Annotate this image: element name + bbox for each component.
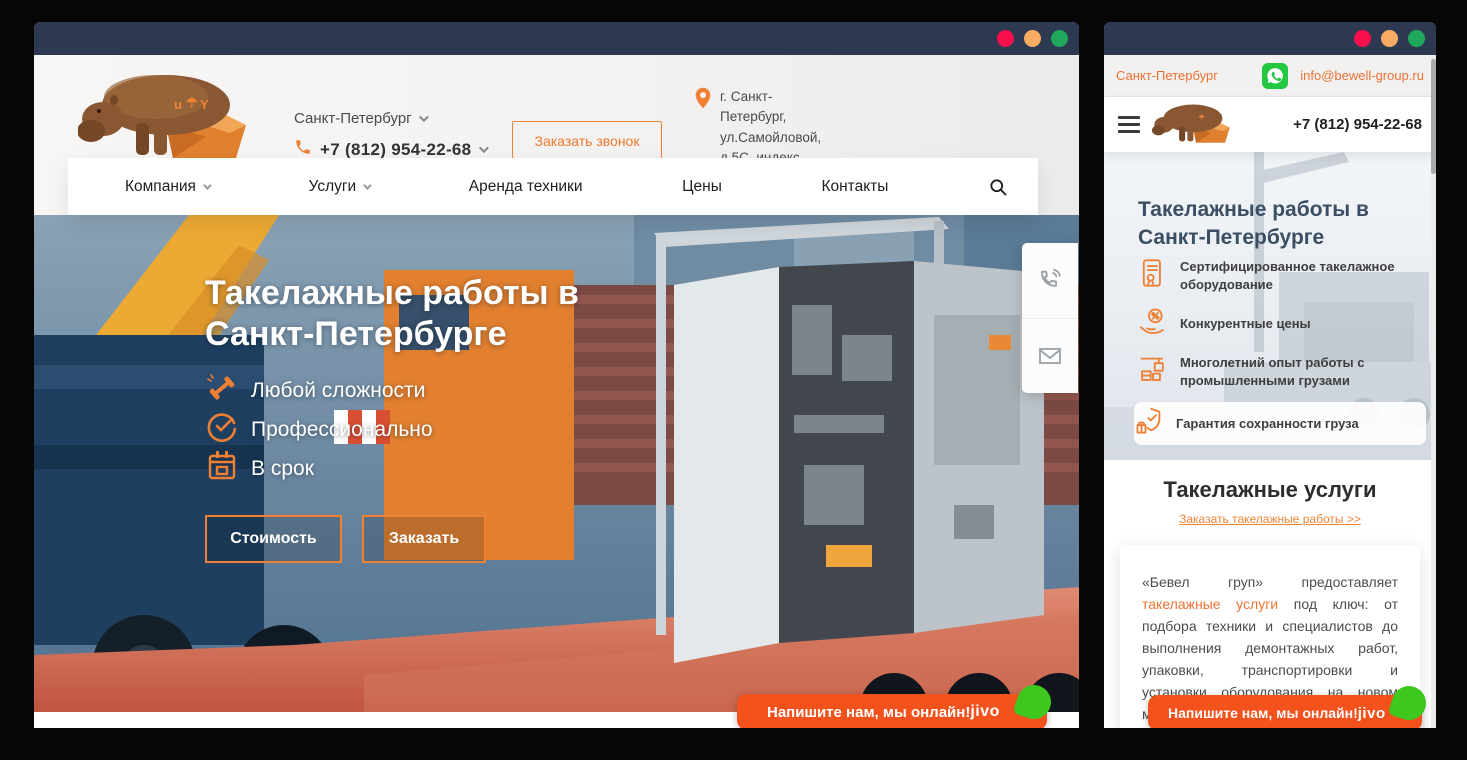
guarantee-icon <box>1134 406 1164 441</box>
calendar-icon <box>205 449 239 488</box>
whatsapp-icon[interactable] <box>1262 63 1288 94</box>
phone-number[interactable]: +7 (812) 954-22-68 <box>1293 116 1422 133</box>
nav-label: Цены <box>682 178 722 196</box>
city-label: Санкт-Петербург <box>294 110 412 127</box>
svg-text:Y: Y <box>200 97 209 112</box>
mobile-browser-window: Санкт-Петербург info@bewell-group.ru <box>1104 22 1436 728</box>
feature-item: Гарантия сохранности груза <box>1134 402 1426 445</box>
mobile-topbar: Санкт-Петербург info@bewell-group.ru <box>1104 55 1436 97</box>
nav-item-contacts[interactable]: Контакты <box>821 178 888 196</box>
svg-text:☂: ☂ <box>186 95 198 110</box>
chat-message: Напишите нам, мы онлайн! <box>1168 705 1358 721</box>
scrollbar-thumb[interactable] <box>1431 59 1436 174</box>
nav-label: Контакты <box>821 178 888 196</box>
email-link[interactable]: info@bewell-group.ru <box>1300 68 1424 83</box>
hero-feature-label: Любой сложности <box>251 379 425 403</box>
nav-label: Компания <box>125 178 196 196</box>
services-section: Такелажные услуги Заказать такелажные ра… <box>1104 460 1436 728</box>
logo-hippo-icon[interactable]: ☂ <box>1152 99 1238 150</box>
desktop-browser-window: u ☂ Y Санкт-Петербург +7 (812) 954-22-68 <box>34 22 1079 728</box>
mobile-hero-title: Такелажные работы в Санкт-Петербурге <box>1138 196 1369 252</box>
jivo-logo: jivo <box>1358 705 1386 722</box>
feature-item: Многолетний опыт работы с промышленными … <box>1138 354 1416 389</box>
experience-icon <box>1138 354 1168 389</box>
city-label[interactable]: Санкт-Петербург <box>1116 68 1218 83</box>
nav-item-company[interactable]: Компания <box>125 178 209 196</box>
feature-label: Сертифицированное такелажное оборудовани… <box>1180 258 1416 293</box>
feature-item: Конкурентные цены <box>1138 306 1416 341</box>
mobile-hero-features: Сертифицированное такелажное оборудовани… <box>1138 258 1416 445</box>
hero-feature-label: В срок <box>251 457 314 481</box>
cost-button[interactable]: Стоимость <box>205 515 342 563</box>
chevron-down-icon <box>363 181 371 189</box>
chat-widget[interactable]: Напишите нам, мы онлайн! jivo <box>737 694 1047 728</box>
order-call-button[interactable]: Заказать звонок <box>512 121 662 161</box>
discount-icon <box>1138 306 1168 341</box>
floating-contact-widget <box>1022 243 1078 393</box>
nav-label: Аренда техники <box>469 178 583 196</box>
feature-item: Сертифицированное такелажное оборудовани… <box>1138 258 1416 293</box>
feature-label: Многолетний опыт работы с промышленными … <box>1180 354 1416 389</box>
svg-text:u: u <box>174 97 182 112</box>
hero-title: Такелажные работы в Санкт-Петербурге <box>205 273 579 356</box>
nav-item-prices[interactable]: Цены <box>682 178 722 196</box>
nav-item-equipment-rental[interactable]: Аренда техники <box>469 178 583 196</box>
nav-label: Услуги <box>309 178 357 196</box>
rigging-services-link[interactable]: такелажные услуги <box>1142 596 1278 612</box>
mobile-titlebar <box>1104 22 1436 55</box>
minimize-button[interactable] <box>1381 30 1398 47</box>
dumbbell-icon <box>205 371 239 410</box>
hero-features: Любой сложности Профессионально В срок <box>205 371 433 488</box>
jivo-logo: jivo <box>970 703 1000 721</box>
chevron-down-icon[interactable] <box>479 143 489 153</box>
chat-message: Напишите нам, мы онлайн! <box>767 704 970 721</box>
phone-number[interactable]: +7 (812) 954-22-68 <box>320 140 471 160</box>
order-rigging-link[interactable]: Заказать такелажные работы >> <box>1179 512 1361 526</box>
logo-hippo-icon[interactable]: u ☂ Y <box>78 63 263 168</box>
svg-text:☂: ☂ <box>1198 114 1205 122</box>
screenshot-stage: u ☂ Y Санкт-Петербург +7 (812) 954-22-68 <box>0 0 1467 760</box>
services-title: Такелажные услуги <box>1104 477 1436 503</box>
close-button[interactable] <box>997 30 1014 47</box>
feature-label: Гарантия сохранности груза <box>1176 415 1418 433</box>
hero-section: Такелажные работы в Санкт-Петербурге Люб… <box>34 215 1079 712</box>
hero-feature-label: Профессионально <box>251 418 433 442</box>
main-navigation: Компания Услуги Аренда техники Цены Конт… <box>68 158 1038 215</box>
mail-icon[interactable] <box>1022 318 1078 394</box>
hero-feature: Профессионально <box>205 410 433 449</box>
hamburger-menu-icon[interactable] <box>1118 116 1140 133</box>
order-button[interactable]: Заказать <box>362 515 486 563</box>
maximize-button[interactable] <box>1408 30 1425 47</box>
certificate-icon <box>1138 258 1168 293</box>
close-button[interactable] <box>1354 30 1371 47</box>
hero-feature: Любой сложности <box>205 371 433 410</box>
chevron-down-icon <box>203 181 211 189</box>
mobile-hero-section: Такелажные работы в Санкт-Петербурге Сер… <box>1104 152 1436 460</box>
minimize-button[interactable] <box>1024 30 1041 47</box>
scrollbar[interactable] <box>1431 55 1436 728</box>
chevron-down-icon <box>419 112 429 122</box>
feature-label: Конкурентные цены <box>1180 315 1416 333</box>
hero-feature: В срок <box>205 449 433 488</box>
check-circle-icon <box>205 410 239 449</box>
nav-item-services[interactable]: Услуги <box>309 178 370 196</box>
city-selector[interactable]: Санкт-Петербург <box>294 110 486 127</box>
callback-phone-icon[interactable] <box>1022 243 1078 318</box>
chat-widget[interactable]: Напишите нам, мы онлайн! jivo <box>1148 695 1422 728</box>
mobile-navbar: ☂ +7 (812) 954-22-68 <box>1104 97 1436 152</box>
desktop-titlebar <box>34 22 1079 55</box>
search-icon[interactable] <box>988 177 1008 197</box>
maximize-button[interactable] <box>1051 30 1068 47</box>
